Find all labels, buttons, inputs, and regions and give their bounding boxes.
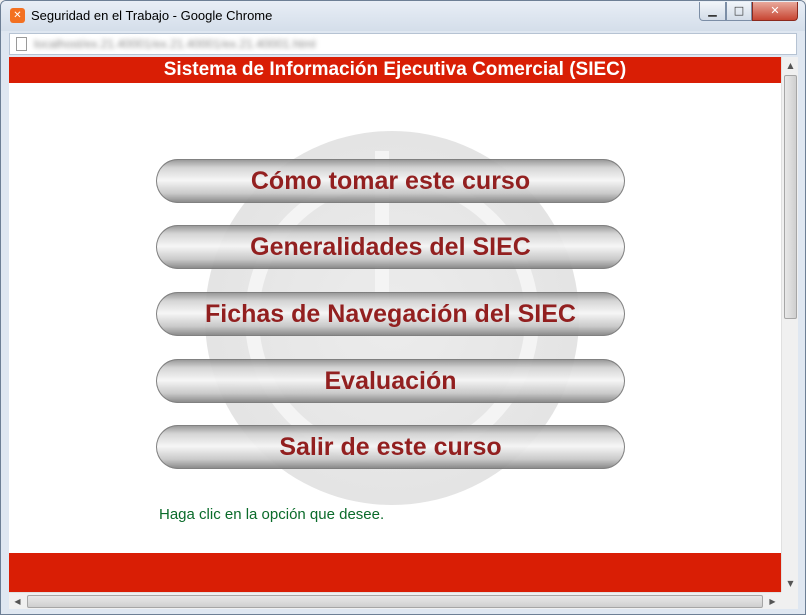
page-viewport: Sistema de Información Ejecutiva Comerci… bbox=[9, 57, 781, 592]
address-bar[interactable]: localhost/ex.21.40001/ex.21.40001/ex.21.… bbox=[9, 33, 797, 55]
siec-overview-button[interactable]: Generalidades del SIEC bbox=[156, 225, 625, 269]
evaluation-button[interactable]: Evaluación bbox=[156, 359, 625, 403]
browser-window: ✕ Seguridad en el Trabajo - Google Chrom… bbox=[0, 0, 806, 615]
vertical-scrollbar[interactable]: ▲ ▼ bbox=[781, 57, 798, 592]
horizontal-scrollbar[interactable]: ◀ ▶ bbox=[9, 592, 781, 609]
maximize-button[interactable]: □ bbox=[726, 2, 752, 21]
scrollbar-corner bbox=[781, 592, 798, 609]
how-to-take-course-button[interactable]: Cómo tomar este curso bbox=[156, 159, 625, 203]
minimize-button[interactable]: ▁ bbox=[699, 2, 726, 21]
window-title: Seguridad en el Trabajo - Google Chrome bbox=[31, 8, 273, 23]
scroll-down-arrow-icon[interactable]: ▼ bbox=[782, 575, 799, 592]
navigation-cards-button[interactable]: Fichas de Navegación del SIEC bbox=[156, 292, 625, 336]
vertical-scroll-thumb[interactable] bbox=[784, 75, 797, 319]
title-bar: ✕ Seguridad en el Trabajo - Google Chrom… bbox=[1, 1, 805, 31]
instruction-text: Haga clic en la opción que desee. bbox=[159, 506, 385, 523]
page-title: Sistema de Información Ejecutiva Comerci… bbox=[9, 57, 781, 83]
page-icon bbox=[16, 37, 27, 51]
scroll-left-arrow-icon[interactable]: ◀ bbox=[9, 593, 26, 610]
close-button[interactable]: ✕ bbox=[752, 2, 798, 21]
horizontal-scroll-thumb[interactable] bbox=[27, 595, 763, 608]
exit-course-button[interactable]: Salir de este curso bbox=[156, 425, 625, 469]
url-text[interactable]: localhost/ex.21.40001/ex.21.40001/ex.21.… bbox=[34, 37, 316, 51]
xampp-icon: ✕ bbox=[10, 8, 25, 23]
footer-bar bbox=[9, 553, 781, 592]
scroll-right-arrow-icon[interactable]: ▶ bbox=[764, 593, 781, 610]
scroll-up-arrow-icon[interactable]: ▲ bbox=[782, 57, 799, 74]
